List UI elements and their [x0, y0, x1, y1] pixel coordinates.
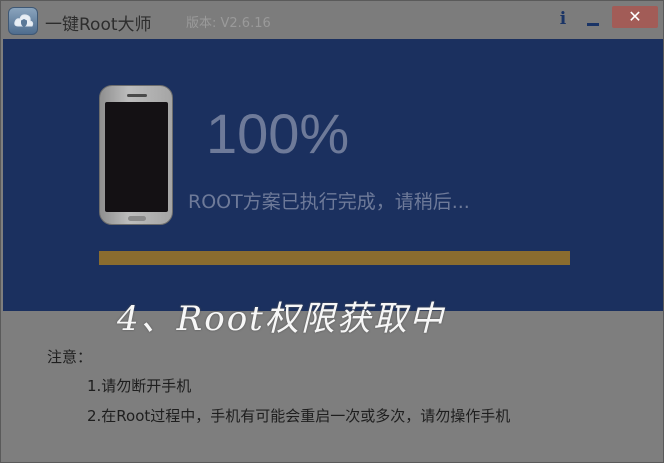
- app-logo-icon: [8, 7, 38, 35]
- minimize-button[interactable]: [581, 5, 605, 33]
- progress-bar-fill: [99, 251, 570, 265]
- minimize-icon: [587, 22, 599, 26]
- notes-title: 注意：: [47, 348, 93, 366]
- phone-icon: [99, 85, 173, 225]
- version-label: 版本: V2.6.16: [186, 16, 271, 31]
- status-text: ROOT方案已执行完成，请稍后...: [188, 191, 470, 213]
- info-button[interactable]: i: [553, 5, 573, 33]
- progress-panel: 100% ROOT方案已执行完成，请稍后...: [3, 39, 663, 311]
- phone-speaker: [127, 94, 147, 97]
- phone-screen: [105, 102, 168, 212]
- app-window: 一键Root大师 版本: V2.6.16 i ✕ 100% ROOT方案已执行完…: [0, 0, 664, 463]
- note-item: 2.在Root过程中，手机有可能会重启一次或多次，请勿操作手机: [87, 407, 511, 425]
- note-item: 1.请勿断开手机: [87, 377, 192, 395]
- progress-percent: 100%: [206, 102, 350, 165]
- close-button[interactable]: ✕: [612, 6, 658, 28]
- info-icon: i: [559, 9, 567, 29]
- app-title: 一键Root大师: [45, 15, 152, 35]
- phone-home-button: [128, 216, 146, 221]
- title-bar[interactable]: 一键Root大师 版本: V2.6.16 i ✕: [1, 1, 663, 39]
- step-caption: 4、Root权限获取中: [117, 299, 445, 339]
- progress-bar: [99, 251, 570, 265]
- close-icon: ✕: [628, 7, 642, 26]
